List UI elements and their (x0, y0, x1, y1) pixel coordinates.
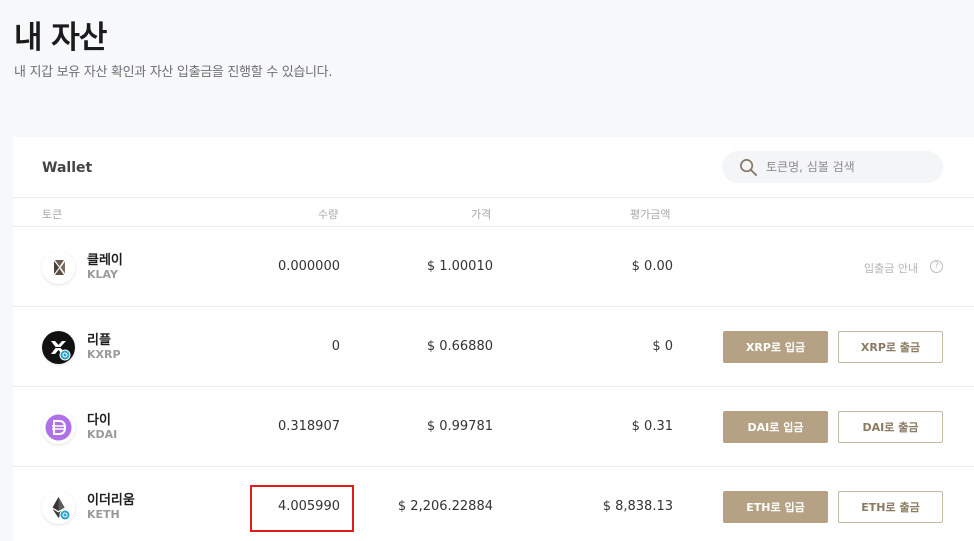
deposit-button[interactable]: DAI로 입금 (723, 411, 828, 443)
token-quantity: 0 (331, 339, 340, 354)
deposit-button[interactable]: ETH로 입금 (723, 491, 828, 523)
token-symbol: KETH (87, 508, 120, 521)
token-value: $ 0 (652, 339, 673, 354)
token-quantity: 0.318907 (277, 419, 340, 434)
withdraw-button[interactable]: DAI로 출금 (838, 411, 943, 443)
search-input[interactable] (766, 151, 936, 183)
page-title: 내 자산 (14, 20, 107, 56)
table-row: 리플 KXRP 0 $ 0.66880 $ 0 XRP로 입금 XRP로 출금 (13, 307, 974, 387)
token-name: 리플 (87, 333, 111, 348)
token-name: 클레이 (87, 253, 123, 268)
klay-icon (42, 251, 75, 284)
token-value: $ 0.31 (631, 419, 673, 434)
token-value: $ 0.00 (631, 259, 673, 274)
token-name: 다이 (87, 413, 111, 428)
wallet-card: Wallet 토큰 수량 가격 평가금액 클레이 KLAY 0.000000 $… (13, 137, 974, 541)
search-box[interactable] (722, 151, 943, 183)
highlight-box (250, 485, 354, 532)
withdraw-button[interactable]: XRP로 출금 (838, 331, 943, 363)
token-price: $ 0.66880 (426, 339, 493, 354)
token-quantity: 0.000000 (277, 259, 340, 274)
token-name: 이더리움 (87, 493, 135, 508)
eth-icon (42, 491, 75, 524)
dai-icon (42, 411, 75, 444)
search-icon (740, 159, 758, 177)
deposit-guide-link[interactable]: 입출금 안내 (864, 260, 918, 276)
xrp-icon (42, 331, 75, 364)
table-header: 토큰 수량 가격 평가금액 (13, 197, 974, 227)
token-symbol: KLAY (87, 268, 118, 281)
page-subtitle: 내 지갑 보유 자산 확인과 자산 입출금을 진행할 수 있습니다. (14, 65, 333, 80)
table-row: 클레이 KLAY 0.000000 $ 1.00010 $ 0.00 입출금 안… (13, 227, 974, 307)
header-quantity: 수량 (318, 208, 339, 221)
header-token: 토큰 (42, 208, 63, 221)
wallet-title: Wallet (42, 160, 93, 176)
token-value: $ 8,838.13 (602, 499, 673, 514)
token-symbol: KXRP (87, 348, 121, 361)
help-icon[interactable]: ? (930, 260, 943, 273)
token-price: $ 0.99781 (426, 419, 493, 434)
table-row: 이더리움 KETH 4.005990 $ 2,206.22884 $ 8,838… (13, 467, 974, 541)
token-price: $ 1.00010 (426, 259, 493, 274)
deposit-button[interactable]: XRP로 입금 (723, 331, 828, 363)
withdraw-button[interactable]: ETH로 출금 (838, 491, 943, 523)
token-symbol: KDAI (87, 428, 118, 441)
token-price: $ 2,206.22884 (397, 499, 493, 514)
header-value: 평가금액 (630, 208, 671, 221)
table-row: 다이 KDAI 0.318907 $ 0.99781 $ 0.31 DAI로 입… (13, 387, 974, 467)
header-price: 가격 (471, 208, 492, 221)
